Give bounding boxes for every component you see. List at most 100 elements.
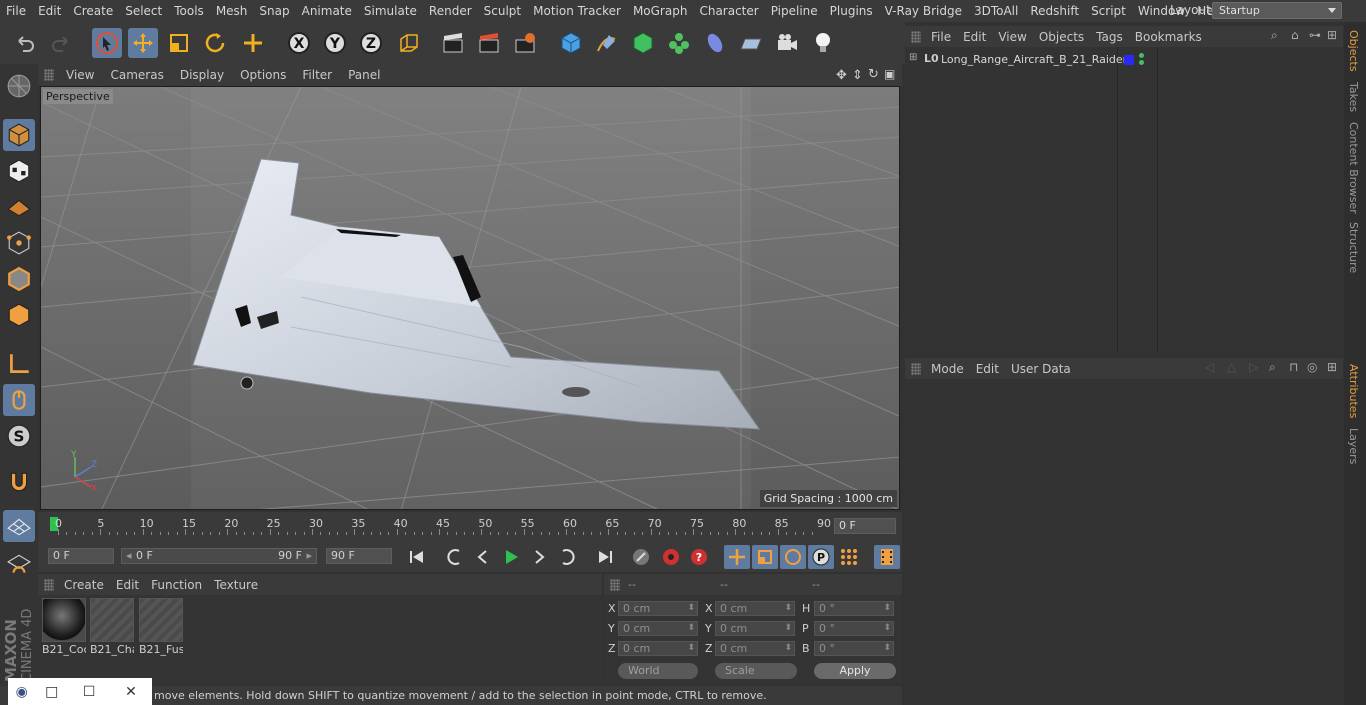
render-visibility-dot[interactable] <box>1139 60 1144 65</box>
camera-button[interactable] <box>772 28 802 58</box>
solo-mode-button[interactable]: S <box>3 420 35 452</box>
menu-edit[interactable]: Edit <box>32 0 67 22</box>
rotate-tool-button[interactable] <box>200 28 230 58</box>
preview-range-slider[interactable]: ◂ 0 F 90 F ▸ <box>121 548 317 564</box>
new-panel-icon[interactable]: ⊞ <box>1327 28 1337 42</box>
new-panel-icon[interactable]: ⊞ <box>1327 360 1337 374</box>
start-frame-field[interactable]: 0 F <box>48 548 114 564</box>
forward-arrow-icon[interactable]: ▷ <box>1249 360 1258 374</box>
menu-vray-bridge[interactable]: V-Ray Bridge <box>879 0 968 22</box>
menu-tools[interactable]: Tools <box>168 0 210 22</box>
menu-script[interactable]: Script <box>1085 0 1132 22</box>
coordinate-system-button[interactable] <box>394 28 424 58</box>
target-icon[interactable]: ◎ <box>1307 360 1317 374</box>
maximize-icon[interactable]: ☐ <box>68 684 110 700</box>
menu-select[interactable]: Select <box>119 0 168 22</box>
edges-mode-button[interactable] <box>3 263 35 295</box>
rotation-b-field[interactable]: 0 ° <box>814 641 894 656</box>
menu-redshift[interactable]: Redshift <box>1024 0 1085 22</box>
coordinate-space-dropdown[interactable]: World <box>618 663 698 679</box>
autokey-button[interactable] <box>658 545 684 569</box>
tab-objects[interactable]: Objects <box>1347 30 1360 72</box>
object-menu-file[interactable]: File <box>925 30 957 44</box>
viewport-camera-label[interactable]: Perspective <box>43 89 113 104</box>
home-icon[interactable]: ⌂ <box>1291 28 1299 42</box>
timeline-window-button[interactable] <box>874 545 900 569</box>
quantize-button[interactable] <box>3 548 35 580</box>
menu-character[interactable]: Character <box>693 0 764 22</box>
light-button[interactable] <box>808 28 838 58</box>
keyframe-selection-button[interactable]: ? <box>686 545 712 569</box>
prev-key-button[interactable] <box>442 545 468 569</box>
polygons-mode-button[interactable] <box>3 299 35 331</box>
material-menu-edit[interactable]: Edit <box>110 578 145 592</box>
redo-button[interactable] <box>46 28 76 58</box>
size-y-field[interactable]: 0 cm <box>715 621 795 636</box>
3d-viewport[interactable]: Y Z X Perspective Grid Spacing : 1000 cm <box>40 86 900 510</box>
size-x-field[interactable]: 0 cm <box>715 601 795 616</box>
tweak-mode-button[interactable] <box>3 384 35 416</box>
key-position-button[interactable] <box>724 545 750 569</box>
position-x-field[interactable]: 0 cm <box>618 601 698 616</box>
z-axis-lock-button[interactable]: Z <box>356 28 386 58</box>
axis-mode-button[interactable] <box>3 348 35 380</box>
goto-start-button[interactable] <box>404 545 430 569</box>
search-icon[interactable]: ⌕ <box>1269 360 1276 375</box>
make-editable-button[interactable] <box>3 70 35 102</box>
viewport-menu-options[interactable]: Options <box>232 64 294 86</box>
tab-takes[interactable]: Takes <box>1347 82 1360 112</box>
menu-create[interactable]: Create <box>67 0 119 22</box>
attribute-menu-edit[interactable]: Edit <box>970 362 1005 376</box>
move-tool-button[interactable] <box>128 28 158 58</box>
key-parameter-button[interactable]: P <box>808 545 834 569</box>
object-row[interactable]: ⊞ L0 Long_Range_Aircraft_B_21_Raider <box>905 50 1343 70</box>
position-z-field[interactable]: 0 cm <box>618 641 698 656</box>
current-frame-field[interactable]: 0 F <box>834 518 896 534</box>
texture-mode-button[interactable] <box>3 155 35 187</box>
menu-sculpt[interactable]: Sculpt <box>478 0 527 22</box>
model-mode-button[interactable] <box>3 119 35 151</box>
expand-icon[interactable]: ⊞ <box>909 52 917 63</box>
snap-button[interactable] <box>3 466 35 498</box>
minimize-icon[interactable]: □ <box>35 684 68 700</box>
y-axis-lock-button[interactable]: Y <box>320 28 350 58</box>
menu-simulate[interactable]: Simulate <box>358 0 423 22</box>
rotation-h-field[interactable]: 0 ° <box>814 601 894 616</box>
tab-layers[interactable]: Layers <box>1347 428 1360 464</box>
undo-button[interactable] <box>10 28 40 58</box>
next-frame-button[interactable] <box>526 545 552 569</box>
viewport-menu-display[interactable]: Display <box>172 64 232 86</box>
timeline-ruler[interactable]: 0 5 10 15 20 25 30 35 40 45 50 55 60 65 70 75 80 85 90 0 F <box>38 512 902 542</box>
material-swatch-chassis[interactable] <box>90 598 134 642</box>
end-frame-field[interactable]: 90 F <box>326 548 392 564</box>
workplane-lock-button[interactable] <box>3 510 35 542</box>
object-menu-bookmarks[interactable]: Bookmarks <box>1129 30 1208 44</box>
layout-select[interactable]: Startup <box>1212 2 1342 19</box>
menu-snap[interactable]: Snap <box>253 0 295 22</box>
tab-structure[interactable]: Structure <box>1347 222 1360 273</box>
points-mode-button[interactable] <box>3 227 35 259</box>
pen-spline-button[interactable] <box>592 28 622 58</box>
subdivision-button[interactable] <box>628 28 658 58</box>
object-name[interactable]: Long_Range_Aircraft_B_21_Raider <box>941 53 1127 66</box>
size-mode-dropdown[interactable]: Scale <box>715 663 797 679</box>
object-menu-objects[interactable]: Objects <box>1033 30 1090 44</box>
deformer-button[interactable] <box>700 28 730 58</box>
menu-motion-tracker[interactable]: Motion Tracker <box>527 0 627 22</box>
viewport-menu-filter[interactable]: Filter <box>294 64 340 86</box>
cube-primitive-button[interactable] <box>556 28 586 58</box>
viewport-maximize-icon[interactable]: ▣ <box>884 67 895 81</box>
viewport-menu-cameras[interactable]: Cameras <box>102 64 171 86</box>
attribute-menu-user-data[interactable]: User Data <box>1005 362 1077 376</box>
menu-render[interactable]: Render <box>423 0 478 22</box>
frame-ruler[interactable]: 0 5 10 15 20 25 30 35 40 45 50 55 60 65 70 75 80 85 90 <box>50 515 831 535</box>
up-arrow-icon[interactable]: △ <box>1227 360 1236 374</box>
play-button[interactable] <box>498 545 524 569</box>
viewport-menu-panel[interactable]: Panel <box>340 64 388 86</box>
next-key-button[interactable] <box>554 545 580 569</box>
key-scale-button[interactable] <box>752 545 778 569</box>
object-menu-view[interactable]: View <box>992 30 1032 44</box>
material-menu-function[interactable]: Function <box>145 578 208 592</box>
prev-frame-button[interactable] <box>470 545 496 569</box>
viewport-dolly-icon[interactable]: ⇕ <box>852 68 863 83</box>
